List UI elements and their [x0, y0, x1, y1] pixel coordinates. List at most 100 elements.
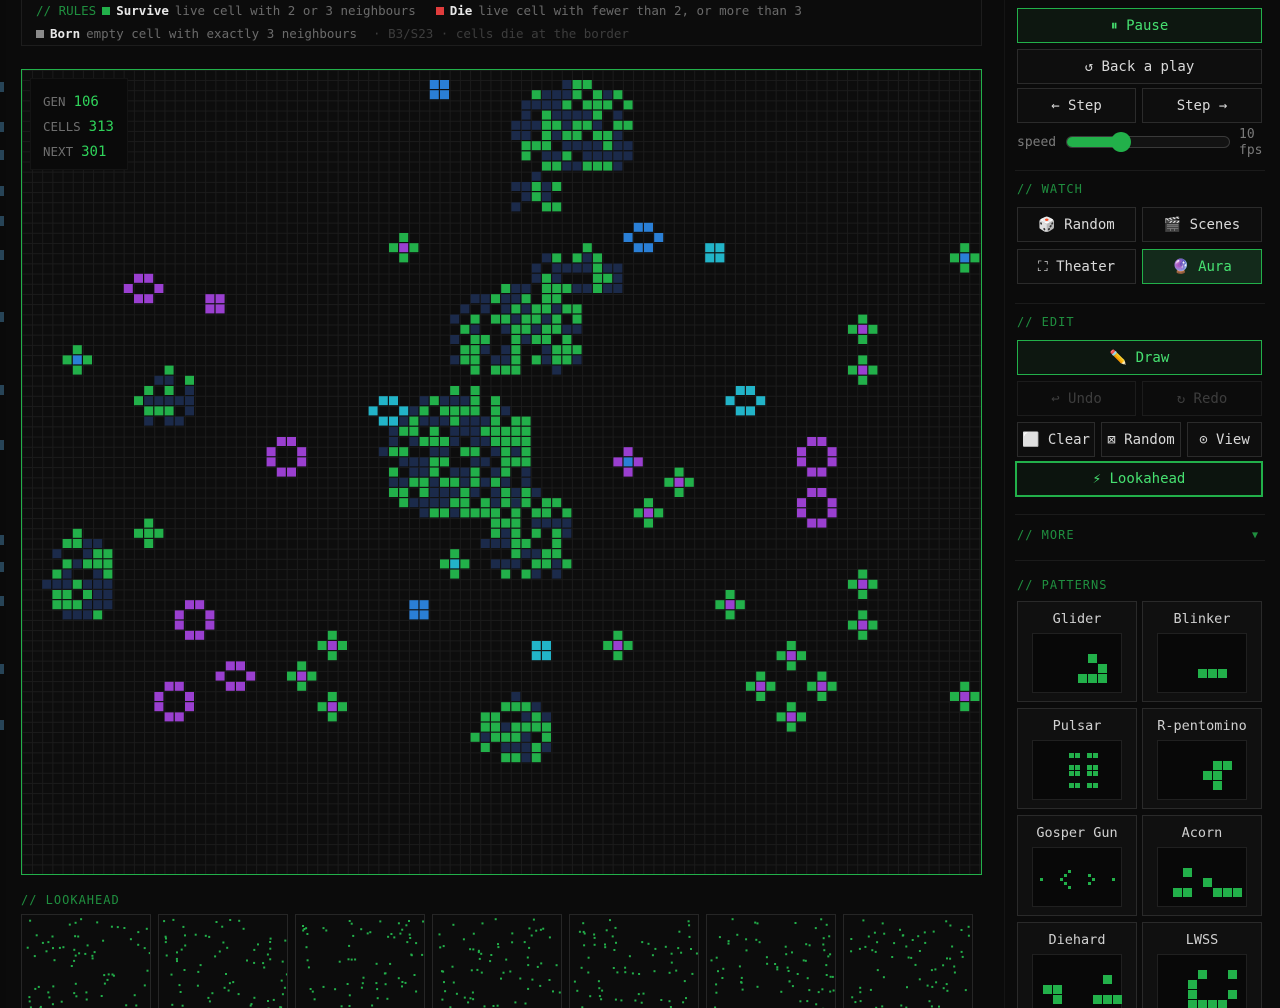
pattern-cell — [1103, 975, 1112, 984]
cell — [572, 253, 582, 263]
edit-heading: // EDIT — [1017, 315, 1075, 329]
cell — [613, 161, 623, 171]
pattern-card-acorn[interactable]: Acorn — [1142, 815, 1262, 916]
cell — [236, 661, 245, 671]
thumb-cell — [257, 943, 259, 946]
cell — [531, 528, 541, 538]
cell — [715, 600, 725, 610]
pattern-card-lwss[interactable]: LWSS — [1142, 922, 1262, 1008]
pattern-cell — [1093, 771, 1098, 776]
cell — [327, 692, 337, 701]
pattern-card-r-pentomino[interactable]: R-pentomino — [1142, 708, 1262, 809]
cell — [582, 141, 592, 151]
cell — [399, 253, 409, 263]
cell — [134, 528, 143, 538]
view-button[interactable]: ⊙ View — [1187, 422, 1262, 457]
thumb-cell — [145, 927, 148, 930]
cell — [511, 437, 521, 446]
cell — [501, 426, 511, 436]
pattern-card-gosper-gun[interactable]: Gosper Gun — [1017, 815, 1137, 916]
undo-button[interactable]: ↩ Undo — [1017, 381, 1136, 416]
cell — [460, 304, 470, 314]
thumb-cell — [787, 970, 790, 972]
chevron-down-icon[interactable]: ▼ — [1252, 530, 1258, 541]
pattern-cell — [1069, 765, 1074, 770]
thumb-cell — [207, 996, 210, 999]
back-a-play-button[interactable]: ↺ Back a play — [1017, 49, 1262, 84]
pattern-card-blinker[interactable]: Blinker — [1142, 601, 1262, 702]
lookahead-frame[interactable] — [295, 914, 425, 1008]
cell — [460, 559, 470, 569]
thumb-cell — [942, 987, 945, 990]
cell — [623, 641, 633, 650]
thumb-cell — [350, 922, 353, 925]
thumb-cell — [497, 946, 500, 949]
thumb-cell — [399, 932, 402, 935]
cell — [725, 610, 735, 620]
pattern-cell — [1198, 970, 1207, 979]
thumb-cell — [858, 947, 861, 950]
step-forward-button[interactable]: Step → — [1142, 88, 1262, 123]
pause-button[interactable]: ⏸ Pause — [1017, 8, 1262, 43]
thumb-cell — [677, 947, 680, 950]
draw-button[interactable]: ✏️ Draw — [1017, 340, 1262, 375]
cell — [450, 488, 460, 497]
thumb-cell — [859, 1000, 862, 1003]
cell — [103, 559, 113, 569]
lookahead-frame[interactable] — [843, 914, 973, 1008]
theater-button[interactable]: ⛶ Theater — [1017, 249, 1136, 284]
edit-random-button[interactable]: ⊠ Random — [1101, 422, 1181, 457]
thumb-cell — [822, 937, 825, 940]
more-section-toggle[interactable]: // MORE — [1017, 528, 1075, 542]
cell — [501, 406, 511, 416]
redo-button[interactable]: ↻ Redo — [1142, 381, 1262, 416]
cell — [511, 426, 521, 436]
watch-random-button[interactable]: 🎲 Random — [1017, 207, 1136, 242]
cell — [501, 559, 511, 569]
speed-slider[interactable] — [1066, 132, 1230, 152]
thumb-cell — [415, 990, 418, 993]
thumb-cell — [654, 947, 657, 950]
cell — [419, 610, 429, 620]
thumb-cell — [470, 969, 473, 972]
speed-slider-handle[interactable] — [1111, 132, 1132, 152]
cell — [450, 416, 460, 426]
step-back-button[interactable]: ← Step — [1017, 88, 1136, 123]
lookahead-frame[interactable] — [432, 914, 562, 1008]
scenes-button[interactable]: 🎬 Scenes — [1142, 207, 1262, 242]
lookahead-frame[interactable] — [21, 914, 151, 1008]
thumb-cell — [322, 985, 325, 988]
thumb-cell — [408, 920, 410, 922]
cell — [429, 508, 439, 518]
cell — [460, 508, 470, 518]
cell — [501, 753, 511, 763]
lookahead-frame[interactable] — [569, 914, 699, 1008]
thumb-cell — [490, 954, 493, 956]
cell — [501, 528, 511, 538]
life-grid-canvas[interactable] — [21, 69, 982, 875]
thumb-cell — [263, 966, 266, 969]
cell — [429, 396, 439, 406]
cell — [389, 488, 398, 497]
pattern-card-diehard[interactable]: Diehard — [1017, 922, 1137, 1008]
cell — [480, 335, 490, 344]
lookahead-frame[interactable] — [158, 914, 288, 1008]
lookahead-button[interactable]: ⚡ Lookahead — [1015, 461, 1263, 497]
cell — [868, 365, 878, 375]
next-stat: NEXT 301 — [43, 139, 115, 164]
pattern-card-pulsar[interactable]: Pulsar — [1017, 708, 1137, 809]
thumb-cell — [302, 929, 305, 932]
cell — [521, 712, 531, 722]
aura-button[interactable]: 🔮 Aura — [1142, 249, 1262, 284]
lookahead-frame[interactable] — [706, 914, 836, 1008]
clear-button[interactable]: ⬜ Clear — [1017, 422, 1095, 457]
cell — [134, 294, 143, 304]
pattern-card-glider[interactable]: Glider — [1017, 601, 1137, 702]
cell — [389, 477, 398, 487]
cell — [164, 396, 174, 406]
cell — [613, 273, 623, 283]
cell — [409, 457, 419, 467]
thumb-cell — [502, 971, 505, 974]
thumb-cell — [415, 942, 418, 945]
thumb-cell — [727, 940, 730, 943]
